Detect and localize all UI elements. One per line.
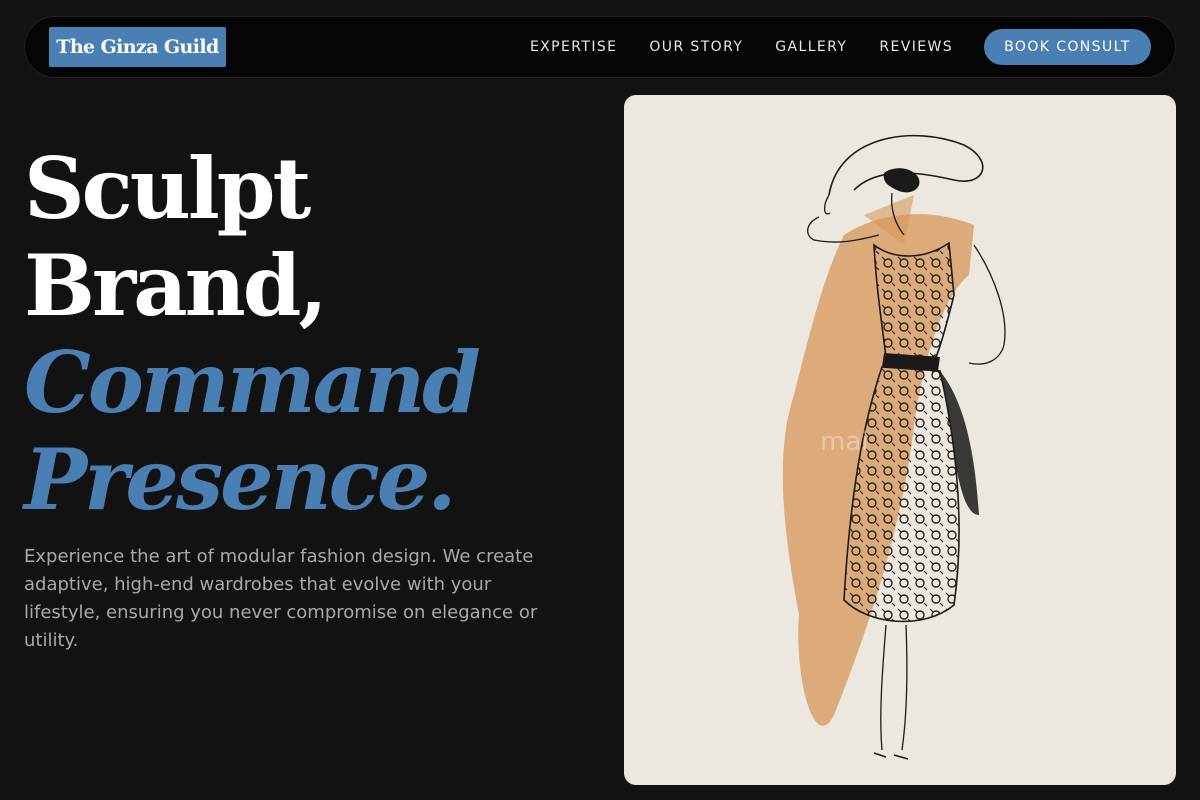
headline-line-brand: Brand,	[24, 236, 328, 335]
headline-line-presence: Presence.	[24, 430, 457, 529]
landing-page: The Ginza Guild EXPERTISE OUR STORY GALL…	[0, 0, 1200, 800]
brand-logo[interactable]: The Ginza Guild	[49, 27, 226, 67]
nav-link-expertise[interactable]: EXPERTISE	[530, 39, 617, 55]
top-nav: The Ginza Guild EXPERTISE OUR STORY GALL…	[24, 16, 1176, 78]
headline-line-command: Command	[24, 333, 481, 432]
book-consult-button[interactable]: BOOK CONSULT	[984, 29, 1151, 65]
hero-headline: Sculpt Brand, Command Presence.	[24, 140, 604, 528]
fashion-sketch-icon: mai	[782, 134, 1006, 760]
nav-link-reviews[interactable]: REVIEWS	[879, 39, 953, 55]
headline-line-sculpt: Sculpt	[24, 139, 311, 238]
hero-description: Experience the art of modular fashion de…	[24, 546, 538, 651]
watermark-text: mai	[820, 427, 868, 457]
nav-link-our-story[interactable]: OUR STORY	[649, 39, 743, 55]
fashion-sketch-illustration: mai	[624, 95, 1176, 785]
nav-link-gallery[interactable]: GALLERY	[775, 39, 847, 55]
nav-links: EXPERTISE OUR STORY GALLERY REVIEWS	[530, 17, 953, 77]
